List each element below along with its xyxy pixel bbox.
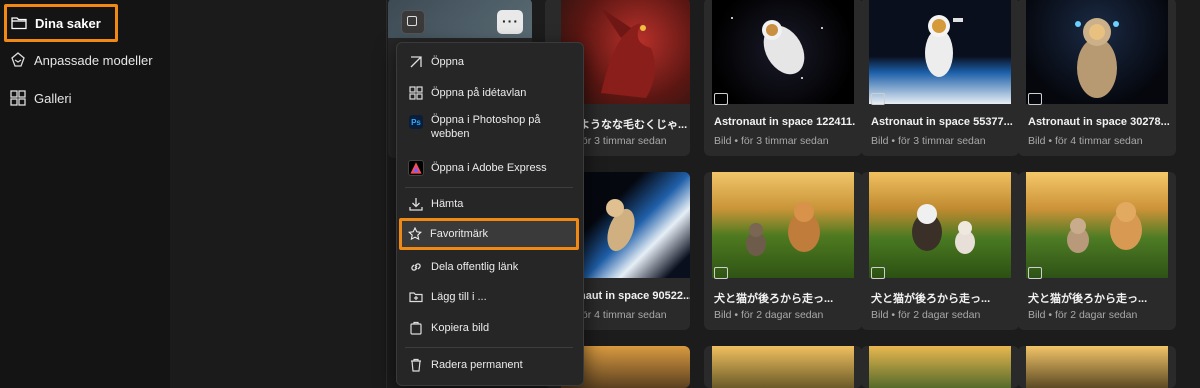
image-card[interactable]: Astronaut in space 55377... Bild • för 3…: [861, 0, 1019, 156]
menu-item-label: Dela offentlig länk: [431, 261, 519, 273]
sidebar-item-anpassade-modeller[interactable]: Anpassade modeller: [6, 42, 153, 78]
image-thumbnail: [1026, 346, 1168, 388]
astronaut-illustration: [731, 17, 823, 79]
image-card[interactable]: [704, 346, 862, 388]
star-icon: [408, 227, 422, 241]
menu-separator: [405, 347, 573, 348]
gallery-icon: [10, 90, 26, 106]
context-menu: Öppna Öppna på idétavlan Ps Öppna i Phot…: [396, 42, 584, 386]
image-type-icon: [871, 93, 885, 105]
empty-area: [170, 0, 385, 388]
menu-item-label: Kopiera bild: [431, 322, 490, 334]
menu-item-label: Lägg till i ...: [431, 291, 487, 303]
photoshop-icon: Ps: [409, 115, 423, 129]
open-icon: [409, 55, 423, 69]
card-title: Astronaut in space 55377...: [871, 116, 1013, 128]
card-meta: för 3 timmar sedan: [579, 135, 667, 147]
board-icon: [409, 86, 423, 100]
image-thumbnail: [712, 0, 854, 104]
image-type-icon: [714, 267, 728, 279]
card-meta: Bild • för 2 dagar sedan: [1028, 309, 1138, 321]
link-icon: [409, 260, 423, 274]
card-title: Astronaut in space 122411...: [714, 116, 856, 128]
add-to-folder-icon: [409, 290, 423, 304]
astronaut-earth-illustration: [925, 15, 963, 77]
menu-item-share-link[interactable]: Dela offentlig länk: [403, 256, 577, 278]
card-meta: för 4 timmar sedan: [579, 309, 667, 321]
dog-cat-illustration: [1067, 202, 1142, 253]
sidebar-item-dina-saker[interactable]: Dina saker: [4, 4, 118, 42]
image-card[interactable]: [1018, 346, 1176, 388]
card-meta: Bild • för 2 dagar sedan: [714, 309, 824, 321]
menu-item-label: Favoritmärk: [430, 228, 489, 240]
folder-icon: [11, 15, 27, 31]
sidebar-item-galleri[interactable]: Galleri: [6, 80, 72, 116]
menu-item-label: Öppna på idétavlan: [431, 87, 527, 99]
menu-item-label: Hämta: [431, 198, 464, 210]
image-card[interactable]: 犬と猫が後ろから走っ... Bild • för 2 dagar sedan: [1018, 172, 1176, 330]
card-meta: Bild • för 3 timmar sedan: [714, 135, 829, 147]
card-title: 犬と猫が後ろから走っ...: [1028, 293, 1148, 305]
sidebar-item-label: Dina saker: [35, 15, 101, 31]
menu-item-delete-permanent[interactable]: Radera permanent: [403, 354, 577, 376]
menu-item-open-board[interactable]: Öppna på idétavlan: [403, 82, 577, 104]
image-card[interactable]: 犬と猫が後ろから走っ... Bild • för 2 dagar sedan: [861, 172, 1019, 330]
image-thumbnail: [1026, 172, 1168, 278]
menu-item-open-adobe-express[interactable]: Öppna i Adobe Express: [403, 157, 577, 179]
menu-item-label: Öppna i Photoshop på webben: [431, 114, 541, 140]
image-type-icon: [1028, 93, 1042, 105]
menu-item-open-photoshop[interactable]: Ps Öppna i Photoshop på webben: [403, 113, 577, 147]
image-thumbnail: [712, 346, 854, 388]
image-thumbnail: [869, 0, 1011, 104]
menu-item-open[interactable]: Öppna: [403, 51, 577, 73]
card-meta: Bild • för 3 timmar sedan: [871, 135, 986, 147]
card-title: ようなな毛むくじゃ...: [579, 119, 688, 131]
models-icon: [10, 52, 26, 68]
card-title: Astronaut in space 30278...: [1028, 116, 1170, 128]
copy-icon: [409, 321, 423, 335]
image-card[interactable]: 犬と猫が後ろから走っ... Bild • för 2 dagar sedan: [704, 172, 862, 330]
image-thumbnail: [712, 172, 854, 278]
image-card[interactable]: Astronaut in space 30278... Bild • för 4…: [1018, 0, 1176, 156]
menu-item-copy-image[interactable]: Kopiera bild: [403, 317, 577, 339]
sidebar-item-label: Galleri: [34, 90, 72, 106]
menu-item-favorite[interactable]: Favoritmärk: [399, 218, 579, 250]
menu-separator: [405, 187, 573, 188]
image-card[interactable]: [861, 346, 1019, 388]
card-title: naut in space 90522...: [579, 290, 690, 302]
image-thumbnail: [869, 346, 1011, 388]
trash-icon: [409, 358, 423, 372]
image-thumbnail: [1026, 0, 1168, 104]
menu-item-download[interactable]: Hämta: [403, 193, 577, 215]
menu-item-label: Öppna: [431, 56, 465, 68]
card-title: 犬と猫が後ろから走っ...: [714, 293, 834, 305]
image-type-icon: [871, 267, 885, 279]
more-icon: ···: [502, 13, 519, 29]
image-type-icon: [1028, 267, 1042, 279]
card-meta: Bild • för 4 timmar sedan: [1028, 135, 1143, 147]
image-card[interactable]: Astronaut in space 122411... Bild • för …: [704, 0, 862, 156]
astronaut-illustration: [1075, 18, 1119, 98]
download-icon: [409, 197, 423, 211]
menu-item-label: Radera permanent: [431, 359, 523, 371]
menu-item-label: Öppna i Adobe Express: [431, 162, 547, 174]
checkbox-icon: [407, 16, 417, 26]
sidebar-item-label: Anpassade modeller: [34, 52, 153, 68]
card-title: 犬と猫が後ろから走っ...: [871, 293, 991, 305]
sidebar: Dina saker Anpassade modeller Galleri: [0, 0, 170, 388]
image-thumbnail: [869, 172, 1011, 278]
select-checkbox[interactable]: [401, 10, 425, 34]
menu-item-add-to[interactable]: Lägg till i ...: [403, 286, 577, 308]
card-meta: Bild • för 2 dagar sedan: [871, 309, 981, 321]
adobe-express-icon: [408, 160, 424, 176]
more-options-button[interactable]: ···: [497, 10, 523, 34]
dog-cat-illustration: [912, 204, 975, 254]
image-type-icon: [714, 93, 728, 105]
dog-cat-illustration: [746, 202, 820, 256]
photoshop-badge: Ps: [409, 115, 423, 129]
